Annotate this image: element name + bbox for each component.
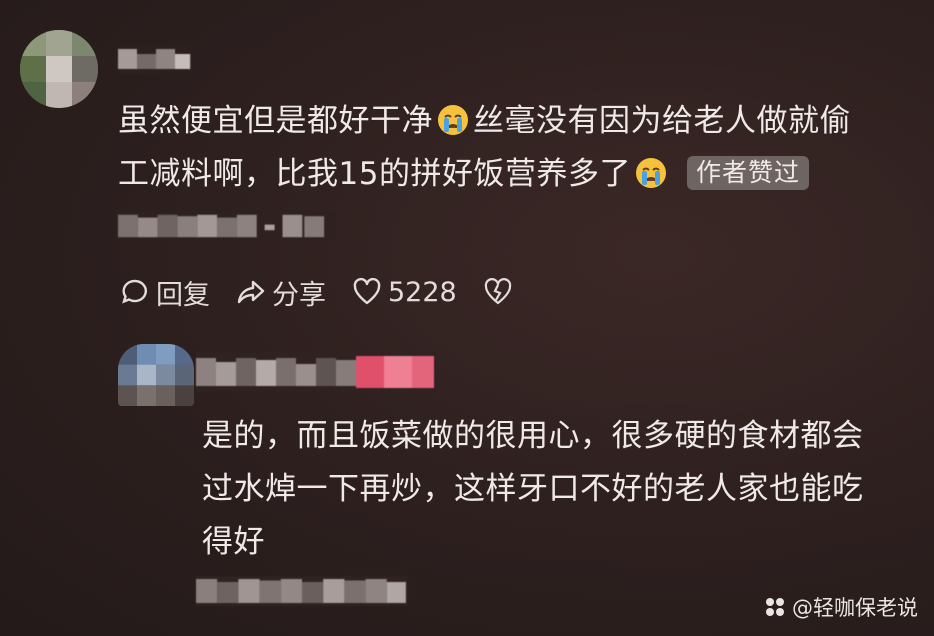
reply-label: 回复 — [156, 279, 210, 311]
avatar-mosaic — [118, 344, 194, 406]
watermark: @轻咖保老说 — [764, 592, 918, 622]
broken-heart-icon — [484, 278, 511, 305]
reply-line: 是的，而且饭菜做的很用心，很多硬的食材都会 — [202, 418, 864, 454]
comment-line: 工减料啊，比我15的拼好饭营养多了 作者赞过 — [118, 148, 918, 201]
heart-icon — [353, 277, 381, 305]
comment-text-segment: 虽然便宜但是都好干净 — [118, 103, 433, 139]
name-mosaic — [118, 44, 194, 74]
like-button[interactable]: 5228 — [352, 277, 457, 308]
comment-actions: 回复 分享 5228 — [120, 272, 545, 312]
like-count: 5228 — [388, 276, 457, 308]
avatar-mosaic — [20, 30, 98, 108]
share-arrow-icon — [237, 280, 265, 304]
reply-avatar[interactable] — [118, 344, 194, 406]
meta-mosaic — [118, 212, 336, 240]
meta-mosaic — [196, 576, 408, 606]
watermark-text: @轻咖保老说 — [792, 596, 918, 620]
name-mosaic — [196, 352, 436, 392]
watermark-logo-icon — [766, 598, 784, 616]
reply-commenter-name[interactable] — [196, 352, 436, 392]
reply-button[interactable]: 回复 — [120, 273, 210, 312]
commenter-avatar[interactable] — [20, 30, 98, 108]
dislike-button[interactable] — [483, 277, 519, 307]
reply-body: 是的，而且饭菜做的很用心，很多硬的食材都会 过水焯一下再炒，这样牙口不好的老人家… — [202, 410, 922, 569]
reply-line: 过水焯一下再炒，这样牙口不好的老人家也能吃 — [202, 471, 864, 507]
crying-face-icon — [437, 100, 469, 135]
comment-bubble-icon — [122, 279, 147, 304]
comment-text-segment: 工减料啊，比我15的拼好饭营养多了 — [118, 156, 631, 192]
reply-line: 得好 — [202, 524, 265, 560]
comment-meta — [118, 212, 336, 240]
comment-line: 虽然便宜但是都好干净 丝毫没有因为给老人做就偷 — [118, 95, 918, 148]
crying-face-icon — [635, 153, 667, 188]
author-liked-badge: 作者赞过 — [686, 156, 809, 190]
comment-body: 虽然便宜但是都好干净 丝毫没有因为给老人做就偷 工减料啊，比我15的拼好饭营养多了… — [118, 95, 918, 201]
share-label: 分享 — [272, 279, 326, 311]
reply-meta — [196, 576, 408, 606]
commenter-name[interactable] — [118, 44, 194, 74]
comment-text-segment: 丝毫没有因为给老人做就偷 — [473, 103, 851, 139]
share-button[interactable]: 分享 — [236, 273, 326, 312]
